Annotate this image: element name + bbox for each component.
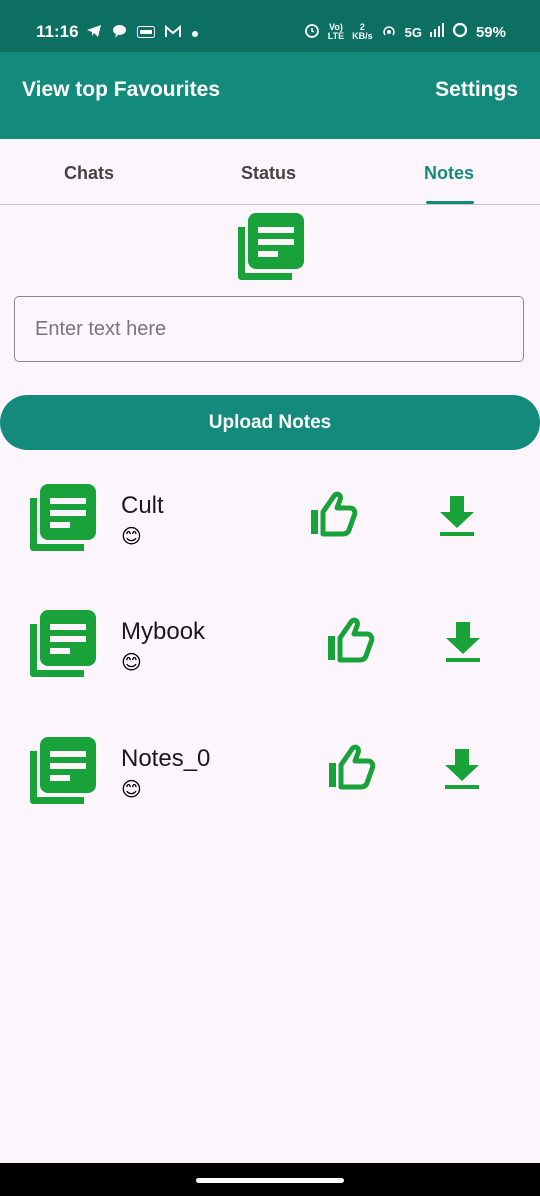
- thumbs-up-icon[interactable]: [308, 490, 358, 538]
- tab-status[interactable]: Status: [241, 163, 296, 184]
- dot-icon: [191, 25, 199, 43]
- chat-bubble-icon: [112, 24, 127, 43]
- note-emoji: 😊: [121, 779, 142, 801]
- notification-icons: [86, 24, 199, 43]
- note-file-icon: [26, 608, 98, 680]
- note-emoji: 😊: [121, 652, 142, 674]
- note-title: Mybook: [121, 618, 206, 645]
- network-label: 5G: [404, 24, 422, 40]
- upload-notes-button[interactable]: Upload Notes: [0, 395, 540, 450]
- volte-bottom-label: LTE: [327, 31, 345, 41]
- volte-icon: Vo) LTE: [328, 23, 344, 41]
- status-right: Vo) LTE 2 KB/s 5G 59%: [304, 22, 506, 42]
- app-badge-icon: [137, 25, 155, 43]
- gmail-icon: [165, 24, 181, 43]
- list-item[interactable]: Cult 😊: [0, 482, 540, 582]
- app-bar: View top Favourites Settings: [0, 52, 540, 139]
- signal-icon: [429, 23, 444, 41]
- hotspot-icon: [381, 23, 397, 41]
- note-emoji: 😊: [121, 526, 142, 548]
- notes-header-icon: [234, 211, 306, 283]
- app-title[interactable]: View top Favourites: [22, 78, 220, 102]
- list-item[interactable]: Notes_0 😊: [0, 735, 540, 835]
- thumbs-up-icon[interactable]: [326, 743, 376, 791]
- note-file-icon: [26, 735, 98, 807]
- list-item[interactable]: Mybook 😊: [0, 608, 540, 708]
- battery-label: 59%: [475, 23, 506, 41]
- thumbs-up-icon[interactable]: [325, 616, 375, 664]
- telegram-icon: [86, 24, 102, 43]
- tab-chats[interactable]: Chats: [64, 163, 114, 184]
- system-nav-bar: [0, 1163, 540, 1196]
- tab-notes[interactable]: Notes: [424, 163, 474, 184]
- status-time: 11:16: [36, 22, 79, 41]
- note-file-icon: [26, 482, 98, 554]
- note-text-input[interactable]: [14, 296, 524, 362]
- status-bar: 11:16 Vo) LTE 2 KB/s 5G 59%: [0, 0, 540, 52]
- speed-unit: KB/s: [352, 31, 373, 41]
- speed-indicator: 2 KB/s: [352, 23, 373, 41]
- settings-button[interactable]: Settings: [435, 78, 518, 102]
- tab-bar: Chats Status Notes: [0, 139, 540, 205]
- tab-indicator: [426, 201, 474, 204]
- note-title: Cult: [121, 492, 164, 519]
- alarm-icon: [304, 22, 320, 42]
- download-icon[interactable]: [442, 747, 482, 791]
- home-gesture-handle[interactable]: [196, 1178, 344, 1183]
- note-title: Notes_0: [121, 745, 211, 772]
- battery-ring-icon: [452, 22, 468, 42]
- download-icon[interactable]: [437, 494, 477, 538]
- download-icon[interactable]: [443, 620, 483, 664]
